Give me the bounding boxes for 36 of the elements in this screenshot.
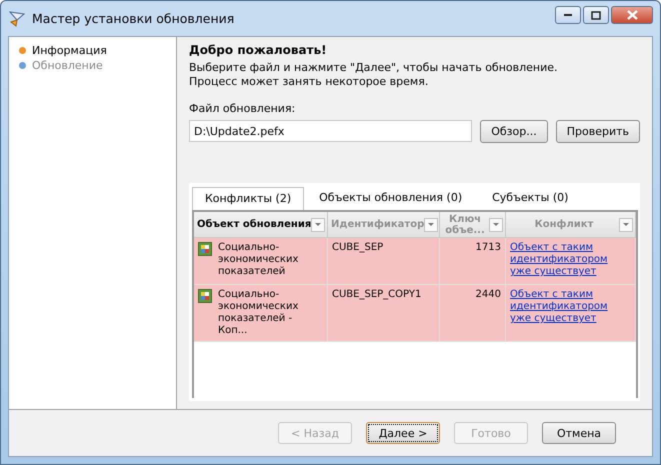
cube-icon bbox=[198, 289, 212, 303]
filter-dropdown-icon[interactable] bbox=[489, 218, 503, 232]
tab[interactable]: Объекты обновления (0) bbox=[304, 187, 478, 210]
intro-text: Процесс может занять некоторое время. bbox=[189, 75, 430, 89]
wizard-button[interactable]: Отмена bbox=[542, 422, 616, 444]
step-item[interactable]: Информация bbox=[19, 43, 107, 58]
conflict-link[interactable]: Объект с таким идентификатором уже существует bbox=[510, 242, 631, 278]
minimize-icon bbox=[563, 13, 573, 17]
table-cell: CUBE_SEP bbox=[328, 238, 440, 284]
table-cell: 2440 bbox=[440, 285, 506, 341]
table-cell: Социально-экономических показателей - Коп... bbox=[194, 285, 328, 341]
column-header[interactable]: Объект обновления bbox=[194, 212, 328, 238]
file-button[interactable]: Проверить bbox=[556, 120, 640, 143]
filter-dropdown-icon[interactable] bbox=[619, 218, 633, 232]
wizard-icon bbox=[8, 10, 26, 28]
maximize-icon bbox=[591, 10, 601, 20]
close-icon bbox=[626, 10, 638, 20]
intro-text: Выберите файл и нажмите "Далее", чтобы начать обновление. bbox=[189, 61, 559, 75]
window-title: Мастер установки обновления bbox=[32, 11, 236, 26]
table-cell: 1713 bbox=[440, 238, 506, 284]
file-label: Файл обновления: bbox=[189, 102, 296, 115]
welcome-heading: Добро пожаловать! bbox=[189, 43, 328, 57]
table-cell: CUBE_SEP_COPY1 bbox=[328, 285, 440, 341]
minimize-button[interactable] bbox=[555, 6, 581, 24]
tab[interactable]: Субъекты (0) bbox=[477, 187, 584, 210]
cube-icon bbox=[198, 242, 212, 256]
wizard-button[interactable]: Далее > bbox=[366, 422, 440, 444]
file-path-field[interactable]: D:\Update2.pefx bbox=[189, 120, 472, 142]
file-button[interactable]: Обзор... bbox=[480, 120, 548, 143]
close-button[interactable] bbox=[611, 6, 653, 24]
maximize-button[interactable] bbox=[583, 6, 609, 24]
table-cell: Социально-экономических показателей bbox=[194, 238, 328, 284]
conflict-link[interactable]: Объект с таким идентификатором уже существует bbox=[510, 289, 631, 325]
filter-dropdown-icon[interactable] bbox=[424, 218, 438, 232]
filter-dropdown-icon[interactable] bbox=[311, 218, 326, 232]
tab[interactable]: Конфликты (2) bbox=[192, 187, 304, 210]
